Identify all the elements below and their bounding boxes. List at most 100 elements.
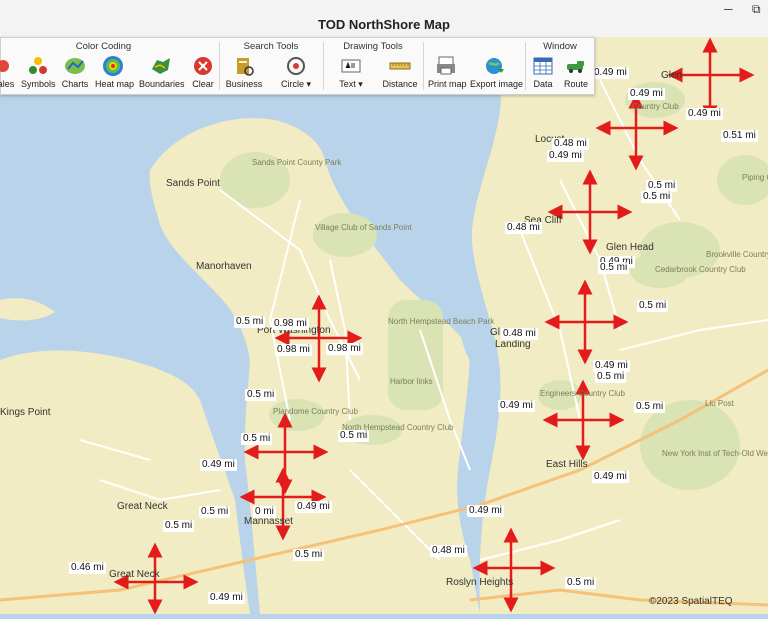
heat-map-button[interactable]: Heat map [95,55,134,89]
distance-label: 0.49 mi [628,88,665,100]
export-image-button[interactable]: Export image [470,55,523,89]
window-group: Window Data Route [526,38,594,94]
map-view[interactable]: Sands Point Manorhaven Kings Point Great… [0,37,768,614]
group-title: Color Coding [75,41,132,52]
distance-label: 0.5 mi [163,520,195,532]
clear-button[interactable]: Clear [191,55,215,89]
distance-label: 0.5 mi [199,506,231,518]
color-coding-group: Color Coding ales Symbols Charts Heat ma… [0,38,219,94]
place-label: Kings Point [0,407,51,418]
distance-label: 0.5 mi [637,300,669,312]
ales-button[interactable]: ales [0,55,17,89]
distance-label: 0.49 mi [467,505,504,517]
distance-label: 0.5 mi [634,401,666,413]
distance-label: 0.98 mi [326,343,363,355]
window-title: TOD NorthShore Map [318,17,450,32]
distance-button[interactable]: Distance [380,55,420,89]
place-label: Landing [495,339,531,350]
distance-label: 0.49 mi [208,592,245,604]
ribbon-toolbar: Color Coding ales Symbols Charts Heat ma… [0,37,595,95]
distance-label: 0.49 mi [295,501,332,513]
heat-map-icon [103,56,123,76]
distance-label: 0.49 mi [200,459,237,471]
distance-label: 0.49 mi [498,400,535,412]
distance-label: 0.51 mi [721,130,758,142]
data-button[interactable]: Data [529,55,557,89]
symbols-icon [29,57,47,74]
route-button[interactable]: Route [562,55,590,89]
park-label: Sands Point County Park [252,158,342,167]
distance-label: 0.5 mi [641,191,673,203]
search-tools-group: Search Tools Business Circle ▾ [220,38,322,94]
charts-button[interactable]: Charts [61,55,89,89]
distance-label: 0.49 mi [547,150,584,162]
ales-icon [0,60,9,72]
park-label: Harbor links [390,377,433,386]
print-map-button[interactable]: Print map [428,55,467,89]
output-group: Print map Export image [424,38,524,94]
place-label: Glen [661,70,683,81]
distance-label: 0.49 mi [592,471,629,483]
business-button[interactable]: Business [225,55,263,89]
distance-label: 0.5 mi [338,430,370,442]
clear-icon [194,57,212,75]
place-label: Great Neck [109,569,160,580]
distance-label: 0.48 mi [552,138,589,150]
symbols-button[interactable]: Symbols [21,55,56,89]
export-image-icon [486,58,504,74]
distance-label: 0 mi [253,506,276,518]
boundaries-button[interactable]: Boundaries [139,55,185,89]
place-label: Manorhaven [196,261,252,272]
distance-label: 0.46 mi [69,562,106,574]
circle-icon [287,57,305,75]
park-label: Piping Country [742,173,768,182]
distance-markers [113,37,755,614]
business-icon [237,58,254,76]
group-title: Search Tools [243,41,299,52]
print-map-icon [437,56,455,75]
park-label: Cedarbrook Country Club [655,265,746,274]
distance-label: 0.49 mi [592,67,629,79]
place-label: Glen Head [606,242,654,253]
place-label: Gl [490,327,500,338]
place-label: Roslyn Heights [446,577,514,588]
distance-label: 0.5 mi [241,433,273,445]
minimize-button[interactable]: ─ [724,2,733,16]
place-label: Great Neck [117,501,168,512]
park-label: Country Club [632,102,679,111]
distance-label: 0.5 mi [234,316,266,328]
distance-label: 0.48 mi [501,328,538,340]
park-label: Plandome Country Club [273,407,358,416]
distance-label: 0.5 mi [293,549,325,561]
park-label: Engineers Country Club [540,389,625,398]
title-bar: TOD NorthShore Map ─ ⧉ [0,0,768,38]
distance-label: 0.48 mi [505,222,542,234]
distance-icon [389,62,411,70]
boundaries-icon [152,58,170,74]
park-label: North Hempstead Beach Park [388,317,495,326]
charts-icon [65,58,85,74]
circle-button[interactable]: Circle ▾ [276,55,316,90]
place-label: Sands Point [166,178,220,189]
distance-label: 0.48 mi [430,545,467,557]
distance-label: 0.5 mi [595,371,627,383]
distance-label: 0.5 mi [565,577,597,589]
drawing-tools-group: Drawing Tools Text ▾ Distance [324,38,422,94]
route-icon [567,61,584,73]
restore-button[interactable]: ⧉ [752,2,761,17]
distance-label: 0.98 mi [275,344,312,356]
text-icon [341,59,361,73]
distance-label: 0.49 mi [686,108,723,120]
group-title: Drawing Tools [343,41,403,52]
park-label: Brookville Country Club [706,250,768,259]
distance-label: 0.5 mi [598,262,630,274]
distance-label: 0.98 mi [272,318,309,330]
park-label: New York Inst of Tech-Old Westbury [662,449,768,458]
group-title: Window [543,41,577,52]
data-icon [533,57,553,75]
map-copyright: ©2023 SpatialTEQ [649,596,733,607]
text-button[interactable]: Text ▾ [334,55,368,90]
place-label: East Hills [546,459,588,470]
place-label: Liu Post [705,399,734,408]
distance-label: 0.5 mi [245,389,277,401]
